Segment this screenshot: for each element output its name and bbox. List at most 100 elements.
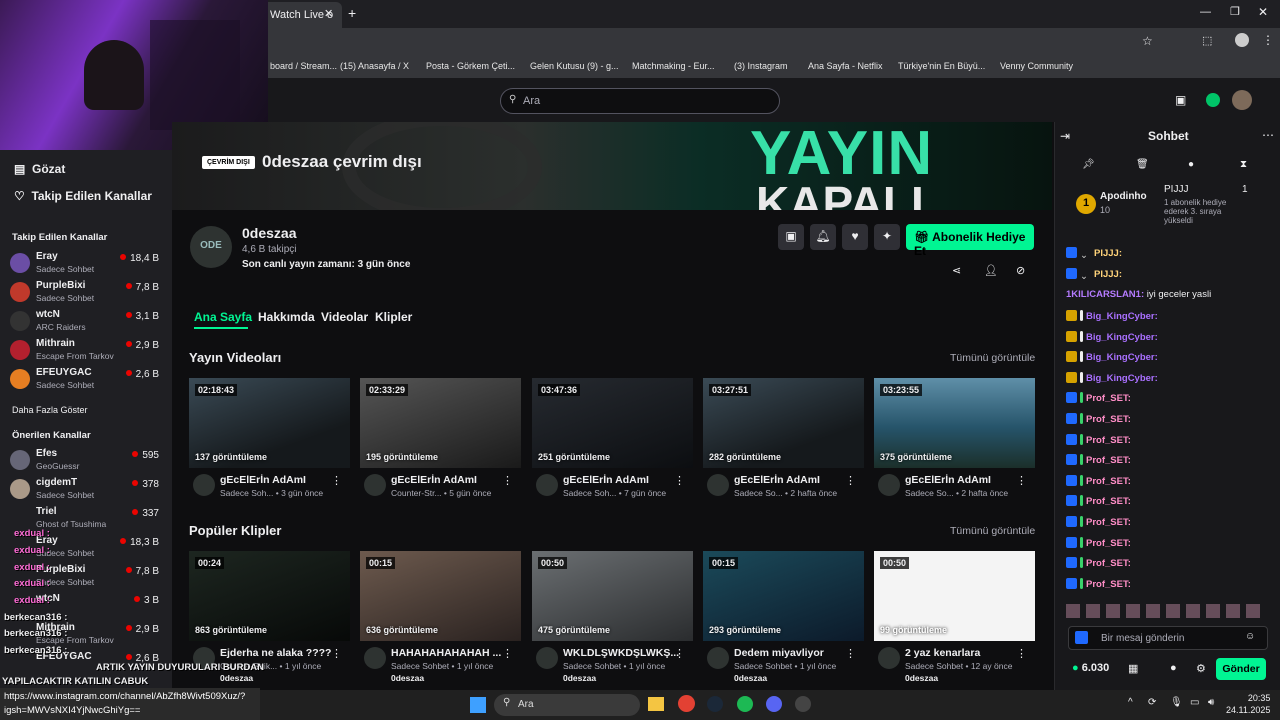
sidebar-nav-following[interactable]: ♡ Takip Edilen Kanallar xyxy=(14,189,152,203)
search-input[interactable]: Ara xyxy=(500,88,780,114)
recommended-channel[interactable]: cigdemT Sadece Sohbet 378 xyxy=(10,477,165,505)
chat-input[interactable]: Bir mesaj gönderin xyxy=(1068,626,1268,650)
settings-icon[interactable]: ⚙ xyxy=(1196,662,1206,675)
gift-sub-button[interactable]: 🎁︎ Abonelik Hediye Et xyxy=(906,224,1034,258)
channel-points[interactable]: ● 6.030 xyxy=(1072,662,1109,674)
clip-channel[interactable]: 0deszaa xyxy=(563,673,596,683)
star-icon[interactable]: ☆ xyxy=(1142,34,1153,48)
bookmark[interactable]: Venny Community xyxy=(1000,61,1073,71)
bookmark[interactable]: (3) Instagram xyxy=(734,61,788,71)
recommended-channel[interactable]: Efes GeoGuessr 595 xyxy=(10,448,165,476)
maximize-icon[interactable]: ❐ xyxy=(1230,5,1240,18)
sidebar-nav-browse[interactable]: ▤ Gözat xyxy=(14,162,65,176)
tab-about[interactable]: Hakkımda xyxy=(258,310,315,324)
chat-username[interactable]: Big_KingCyber: xyxy=(1086,373,1158,384)
taskbar-search[interactable]: Ara xyxy=(494,694,640,716)
steam-icon[interactable] xyxy=(707,696,723,712)
video-thumbnail[interactable]: 02:18:43 137 görüntüleme xyxy=(189,378,350,468)
clip-title[interactable]: Dedem miyavliyor xyxy=(734,647,860,659)
menu-icon[interactable]: ⋮ xyxy=(1262,33,1274,47)
windows-start-icon[interactable] xyxy=(470,697,486,713)
followed-channel[interactable]: EFEUYGAC Sadece Sohbet 2,6 B xyxy=(10,367,165,395)
bookmark[interactable]: Ana Sayfa - Netflix xyxy=(808,61,883,71)
video-thumbnail[interactable]: 03:23:55 375 görüntüleme xyxy=(874,378,1035,468)
chat-username[interactable]: PIJJJ: xyxy=(1094,269,1122,280)
more-icon[interactable]: ⋮ xyxy=(331,647,342,660)
bookmark[interactable]: (15) Anasayfa / X xyxy=(340,61,409,71)
clip-thumbnail[interactable]: 00:50 99 görüntüleme xyxy=(874,551,1035,641)
tab-videos[interactable]: Videolar xyxy=(321,310,368,324)
clip-thumbnail[interactable]: 00:15 293 görüntüleme xyxy=(703,551,864,641)
emote-strip[interactable] xyxy=(1066,604,1266,618)
user-card-icon[interactable]: 👤︎ xyxy=(984,264,998,277)
more-icon[interactable]: ⋮ xyxy=(502,474,513,487)
app-icon[interactable] xyxy=(795,696,811,712)
network-icon[interactable]: ▭ xyxy=(1190,697,1199,708)
spotify-icon[interactable] xyxy=(737,696,753,712)
send-button[interactable]: Gönder xyxy=(1216,658,1266,680)
more-icon[interactable]: ⋮ xyxy=(1016,474,1027,487)
channel-avatar[interactable]: ODE xyxy=(190,226,232,268)
notification-settings-button[interactable]: ▣ xyxy=(778,224,804,250)
profile-icon[interactable] xyxy=(1235,33,1249,47)
clips-see-all[interactable]: Tümünü görüntüle xyxy=(950,525,1035,537)
chat-username[interactable]: Prof_SET: xyxy=(1086,517,1131,528)
clip-channel[interactable]: 0deszaa xyxy=(734,673,767,683)
bell-button[interactable]: 🔔︎ xyxy=(810,224,836,250)
follow-button[interactable]: ♥ xyxy=(842,224,868,250)
video-thumbnail[interactable]: 03:47:36 251 görüntüleme xyxy=(532,378,693,468)
file-explorer-icon[interactable] xyxy=(648,697,664,711)
video-thumbnail[interactable]: 02:33:29 195 görüntüleme xyxy=(360,378,521,468)
more-icon[interactable]: ⋮ xyxy=(845,647,856,660)
bookmark[interactable]: board / Stream... xyxy=(270,61,337,71)
chat-username[interactable]: Prof_SET: xyxy=(1086,455,1131,466)
chat-username[interactable]: Prof_SET: xyxy=(1086,435,1131,446)
volume-icon[interactable]: 🔊︎ xyxy=(1208,697,1214,708)
video-title[interactable]: gEcElErİn AdAmI xyxy=(905,474,1031,486)
chat-username[interactable]: 1KILICARSLAN1: xyxy=(1066,289,1144,300)
clip-thumbnail[interactable]: 00:15 636 görüntüleme xyxy=(360,551,521,641)
chat-username[interactable]: Prof_SET: xyxy=(1086,538,1131,549)
chat-bubble-icon[interactable]: ● xyxy=(1188,159,1194,170)
chat-users-icon[interactable]: ● xyxy=(1170,662,1177,674)
new-tab-button[interactable]: + xyxy=(348,5,356,21)
emote-picker-icon[interactable]: ☺ xyxy=(1245,631,1255,642)
minimize-icon[interactable]: — xyxy=(1200,6,1211,18)
tray-chevron-icon[interactable]: ^ xyxy=(1128,697,1133,708)
close-window-icon[interactable]: ✕ xyxy=(1258,5,1268,19)
chat-username[interactable]: Big_KingCyber: xyxy=(1086,311,1158,322)
more-icon[interactable]: ⋮ xyxy=(331,474,342,487)
video-title[interactable]: gEcElErİn AdAmI xyxy=(220,474,346,486)
chat-username[interactable]: Prof_SET: xyxy=(1086,558,1131,569)
chat-username[interactable]: Prof_SET: xyxy=(1086,496,1131,507)
clip-channel[interactable]: 0deszaa xyxy=(391,673,424,683)
followed-channel[interactable]: wtcN ARC Raiders 3,1 B xyxy=(10,309,165,337)
clip-channel[interactable]: 0deszaa xyxy=(905,673,938,683)
leader2-name[interactable]: PIJJJ xyxy=(1164,184,1188,195)
tab-home[interactable]: Ana Sayfa xyxy=(194,310,252,324)
chat-username[interactable]: Prof_SET: xyxy=(1086,414,1131,425)
mic-icon[interactable]: 🎙︎ xyxy=(1170,697,1183,708)
followed-channel[interactable]: Eray Sadece Sohbet 18,4 B xyxy=(10,251,165,279)
pin-icon[interactable]: 📌︎ xyxy=(1082,159,1095,170)
share-icon[interactable]: ⋖ xyxy=(952,264,961,277)
more-icon[interactable]: ⋮ xyxy=(1016,647,1027,660)
sparkle-button[interactable]: ✦ xyxy=(874,224,900,250)
collapse-chat-icon[interactable]: ⇥ xyxy=(1060,129,1070,143)
bookmark[interactable]: Türkiye'nin En Büyü... xyxy=(898,61,985,71)
clip-thumbnail[interactable]: 00:50 475 görüntüleme xyxy=(532,551,693,641)
bits-icon[interactable] xyxy=(1075,631,1088,644)
chat-username[interactable]: Prof_SET: xyxy=(1086,393,1131,404)
close-tab-icon[interactable]: ✕ xyxy=(324,7,333,20)
more-icon[interactable]: ⋮ xyxy=(674,474,685,487)
extensions-icon[interactable]: ⬚ xyxy=(1202,34,1212,47)
clip-title[interactable]: HAHAHAHAHAHAH ... xyxy=(391,647,517,659)
taskbar-clock[interactable]: 20:35 24.11.2025 xyxy=(1226,692,1270,716)
more-icon[interactable]: ⋮ xyxy=(674,647,685,660)
prime-icon[interactable]: ▣ xyxy=(1175,93,1186,107)
bookmark[interactable]: Matchmaking - Eur... xyxy=(632,61,715,71)
chat-username[interactable]: Big_KingCyber: xyxy=(1086,332,1158,343)
kick-icon[interactable] xyxy=(1206,93,1220,107)
tab-clips[interactable]: Klipler xyxy=(375,310,412,324)
chat-username[interactable]: PIJJJ: xyxy=(1094,248,1122,259)
